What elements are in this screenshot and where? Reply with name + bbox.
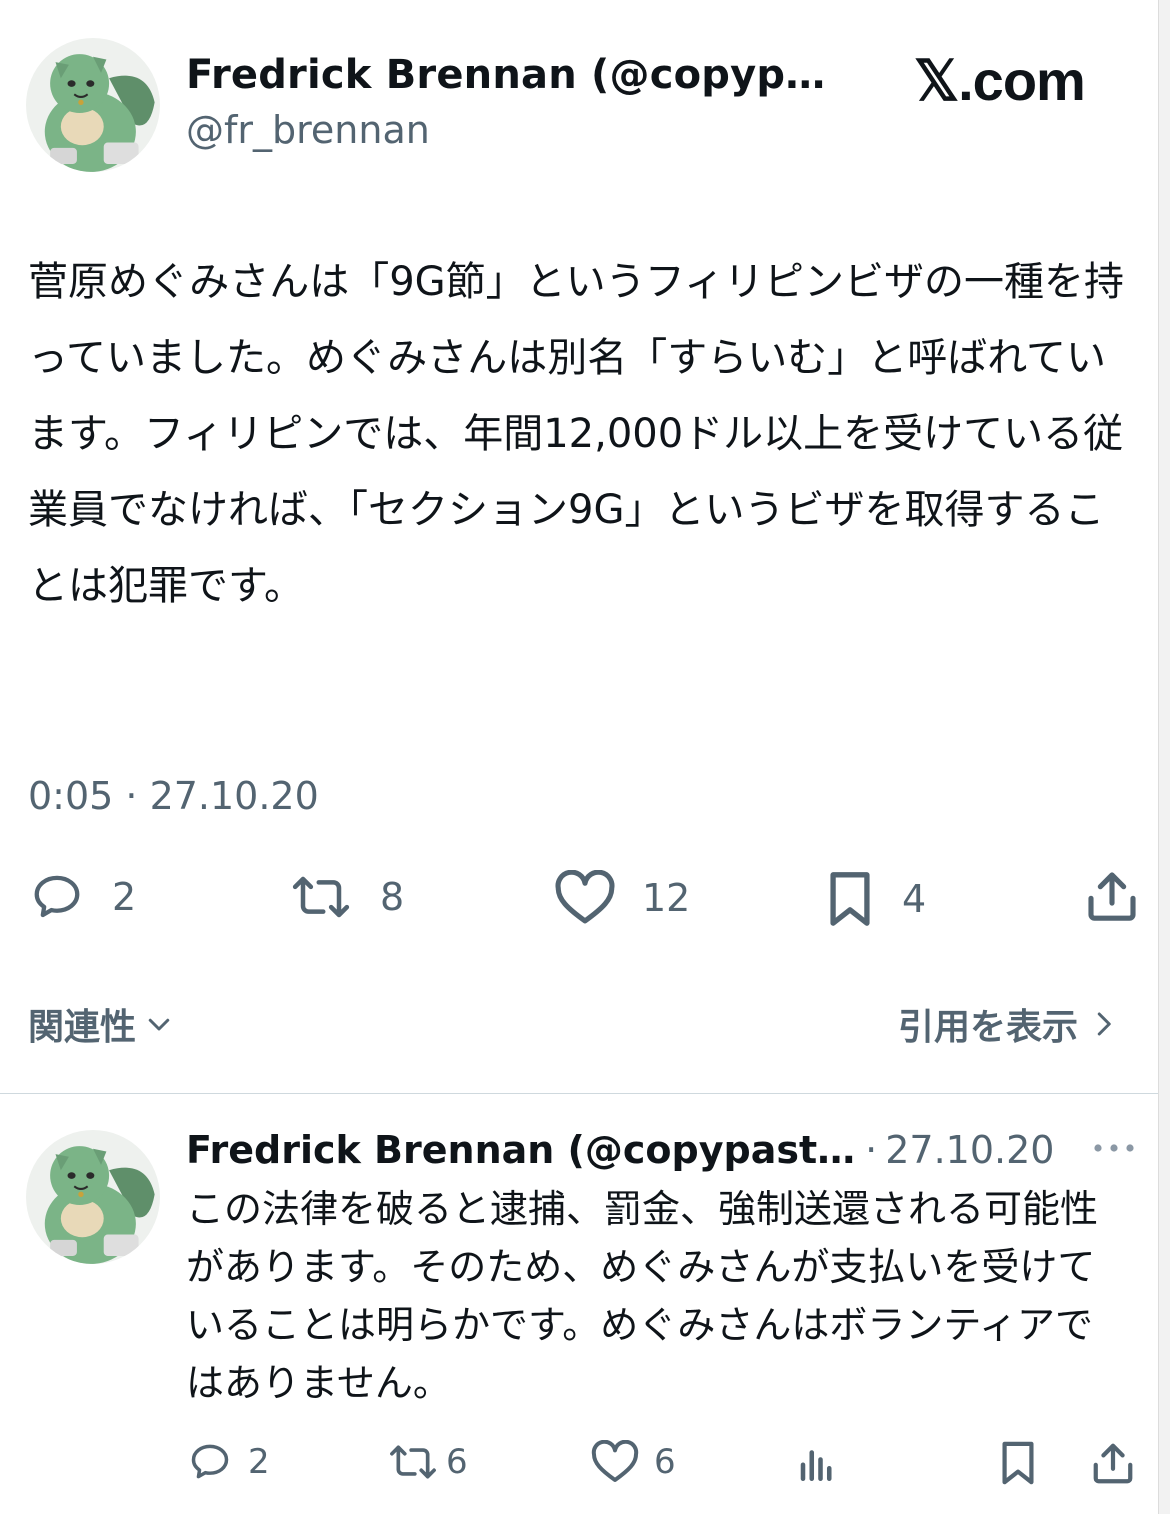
- reply-avatar[interactable]: [26, 1130, 160, 1264]
- reply-repost-count: 6: [446, 1442, 468, 1482]
- reply-like-count: 6: [654, 1442, 676, 1482]
- x-logo: 𝕏.com: [914, 49, 1086, 112]
- like-count: 12: [642, 876, 691, 920]
- reply-like-button[interactable]: 6: [590, 1440, 676, 1484]
- repost-icon: [390, 1445, 436, 1479]
- analytics-icon: [800, 1450, 832, 1482]
- reply-icon: [34, 875, 80, 918]
- reply-share-button[interactable]: [1090, 1440, 1136, 1486]
- more-icon: [1094, 1144, 1134, 1152]
- reply-reply-button[interactable]: 2: [186, 1440, 270, 1484]
- chevron-down-icon: [148, 1018, 170, 1031]
- reply-reply-count: 2: [248, 1442, 270, 1482]
- divider: [0, 1093, 1158, 1094]
- reply-text: この法律を破ると逮捕、罰金、強制送還される可能性があります。そのため、めぐみさん…: [186, 1187, 1099, 1405]
- bookmark-icon: [830, 872, 870, 926]
- share-icon: [1088, 872, 1136, 921]
- chevron-right-icon: [1097, 1012, 1111, 1036]
- like-button[interactable]: 12: [554, 870, 690, 926]
- relevance-label: 関連性: [28, 1007, 137, 1048]
- analytics-button[interactable]: [796, 1442, 838, 1484]
- reply-author-name[interactable]: Fredrick Brennan (@copypast…: [186, 1128, 855, 1172]
- view-quotes-label: 引用を表示: [898, 1007, 1079, 1048]
- tweet-text: 菅原めぐみさんは「9G節」というフィリピンビザの一種を持っていました。めぐみさん…: [28, 259, 1125, 609]
- more-button[interactable]: [1092, 1138, 1136, 1162]
- reply-bookmark-button[interactable]: [996, 1440, 1040, 1486]
- like-icon: [591, 1440, 639, 1482]
- tweet-timestamp[interactable]: 0:05 · 27.10.20: [28, 774, 319, 818]
- repost-icon: [292, 876, 350, 918]
- repost-count: 8: [380, 875, 405, 919]
- bookmark-icon: [1002, 1441, 1034, 1485]
- scroll-edge: [1158, 0, 1170, 1514]
- share-button[interactable]: [1084, 868, 1140, 924]
- reply-separator: ·: [865, 1128, 878, 1172]
- reply-repost-button[interactable]: 6: [386, 1440, 468, 1484]
- reply-count: 2: [112, 875, 137, 919]
- reply-icon: [191, 1444, 229, 1479]
- author-handle[interactable]: @fr_brennan: [186, 108, 430, 152]
- author-name[interactable]: Fredrick Brennan (@copyp…: [186, 52, 825, 98]
- avatar[interactable]: [26, 38, 160, 172]
- reply-header: Fredrick Brennan (@copypast… · 27.10.20: [186, 1128, 1054, 1172]
- share-icon: [1093, 1443, 1133, 1484]
- view-quotes-link[interactable]: 引用を表示: [898, 998, 1118, 1050]
- bookmark-count: 4: [902, 877, 927, 921]
- reply-button[interactable]: 2: [28, 870, 136, 924]
- like-icon: [555, 870, 615, 924]
- repost-button[interactable]: 8: [288, 870, 404, 924]
- relevance-sort-button[interactable]: 関連性: [28, 998, 174, 1050]
- reply-date[interactable]: 27.10.20: [885, 1128, 1054, 1172]
- bookmark-button[interactable]: 4: [824, 870, 926, 928]
